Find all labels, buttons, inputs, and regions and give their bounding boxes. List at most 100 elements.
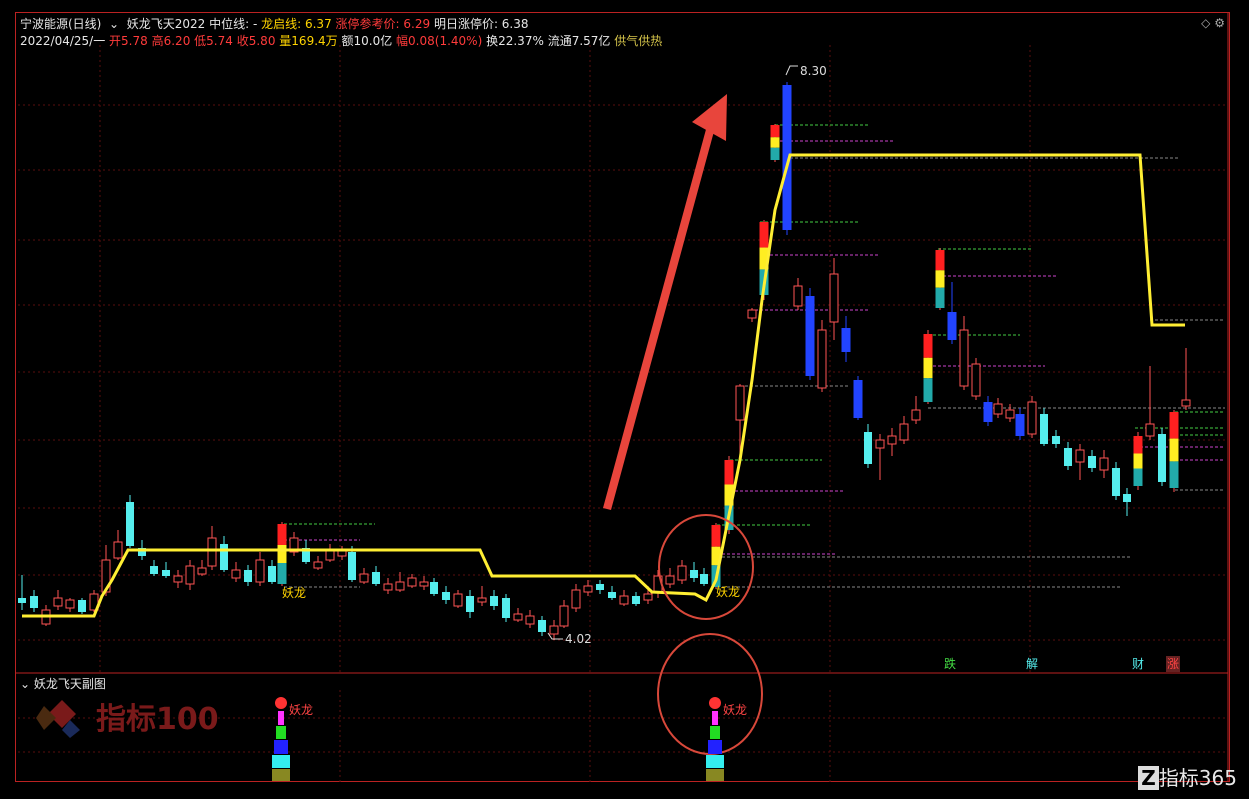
candle	[947, 282, 957, 344]
candle	[608, 586, 616, 600]
candle	[805, 288, 815, 380]
candle	[1015, 408, 1025, 440]
candle	[619, 590, 629, 606]
candle	[1112, 462, 1120, 500]
candle	[453, 590, 463, 608]
candle	[1181, 348, 1191, 410]
candle	[1145, 366, 1155, 440]
tag-zhang: 涨	[1167, 656, 1179, 671]
candle	[887, 428, 897, 456]
candle	[359, 568, 369, 584]
watermark-right-text: 指标365	[1158, 766, 1237, 790]
candle	[1169, 410, 1179, 492]
candle	[571, 584, 581, 612]
candle	[502, 594, 510, 622]
candle	[207, 526, 217, 570]
candle	[899, 416, 909, 444]
watermark-right: Z 指标365	[1138, 762, 1237, 791]
candle	[407, 574, 417, 588]
sub-yaolong-label-1: 妖龙	[289, 703, 313, 717]
candle	[1005, 404, 1015, 422]
candle	[255, 552, 265, 586]
candle	[1099, 450, 1109, 478]
chart-canvas: 8.30 4.02 妖龙 妖龙 跌 解 财 涨 妖龙 妖龙	[16, 13, 1229, 782]
z-logo-icon: Z	[1138, 766, 1159, 790]
candle	[466, 590, 474, 618]
candle	[185, 560, 195, 590]
watermark-left: 指标100	[96, 702, 219, 737]
candle	[793, 278, 803, 310]
candle	[829, 258, 839, 340]
candle	[747, 308, 757, 322]
candle	[150, 560, 158, 576]
high-marker-icon	[785, 65, 798, 76]
candle	[1027, 396, 1037, 438]
candle	[770, 124, 780, 162]
candle	[935, 248, 945, 310]
candle	[430, 578, 438, 596]
tag-cai: 财	[1132, 657, 1144, 671]
candle	[971, 358, 981, 400]
brand-logo-icon	[36, 700, 80, 738]
collapse-icon[interactable]: ⌄	[20, 677, 34, 691]
candle	[395, 572, 405, 592]
candle	[268, 560, 276, 584]
candle	[231, 562, 241, 582]
tag-die: 跌	[944, 656, 956, 671]
candle	[289, 532, 299, 556]
candle	[1158, 428, 1166, 486]
candle	[959, 316, 969, 390]
candle	[700, 568, 708, 586]
tag-jie: 解	[1026, 657, 1038, 671]
candle	[337, 546, 347, 560]
candle	[1123, 488, 1131, 516]
sub-yaolong-label-2: 妖龙	[723, 703, 747, 717]
candle	[911, 396, 921, 424]
sub-tower-1	[272, 697, 290, 781]
candle	[490, 590, 498, 610]
candle	[442, 586, 450, 604]
candle	[559, 600, 569, 628]
yaolong-label-1: 妖龙	[282, 586, 306, 600]
candle	[383, 578, 393, 594]
high-price-label: 8.30	[800, 64, 827, 78]
candle	[113, 530, 123, 560]
candle	[817, 320, 827, 392]
low-price-label: 4.02	[565, 632, 592, 646]
candle	[30, 590, 38, 612]
candle	[841, 316, 851, 362]
candle	[864, 424, 872, 468]
sub-tower-2	[706, 697, 724, 781]
candle	[372, 566, 380, 586]
candle	[875, 434, 885, 480]
candle	[1075, 444, 1085, 480]
candle	[1040, 408, 1048, 446]
yaolong-label-2: 妖龙	[716, 585, 740, 599]
candle	[53, 590, 63, 610]
candle	[1064, 442, 1072, 470]
candle	[65, 598, 75, 612]
candle	[18, 575, 26, 610]
candle	[1088, 450, 1096, 472]
candle	[313, 556, 323, 570]
candle	[197, 560, 207, 576]
candle	[477, 586, 487, 606]
candle	[677, 560, 687, 584]
candle	[538, 616, 546, 636]
candle	[923, 330, 933, 404]
candle	[220, 536, 228, 572]
candle	[853, 376, 863, 420]
dragon-start-line	[22, 153, 1185, 618]
candle	[665, 568, 675, 588]
candle	[277, 522, 287, 586]
candle	[983, 396, 993, 426]
candlestick-series	[18, 82, 1191, 640]
candle	[1052, 430, 1060, 448]
candle	[162, 562, 170, 578]
highlight-circle-main	[658, 514, 754, 620]
candle	[126, 495, 134, 548]
candle	[419, 576, 429, 590]
subchart-title-text[interactable]: 妖龙飞天副图	[34, 677, 106, 691]
candle	[325, 544, 335, 562]
candle	[525, 610, 535, 628]
